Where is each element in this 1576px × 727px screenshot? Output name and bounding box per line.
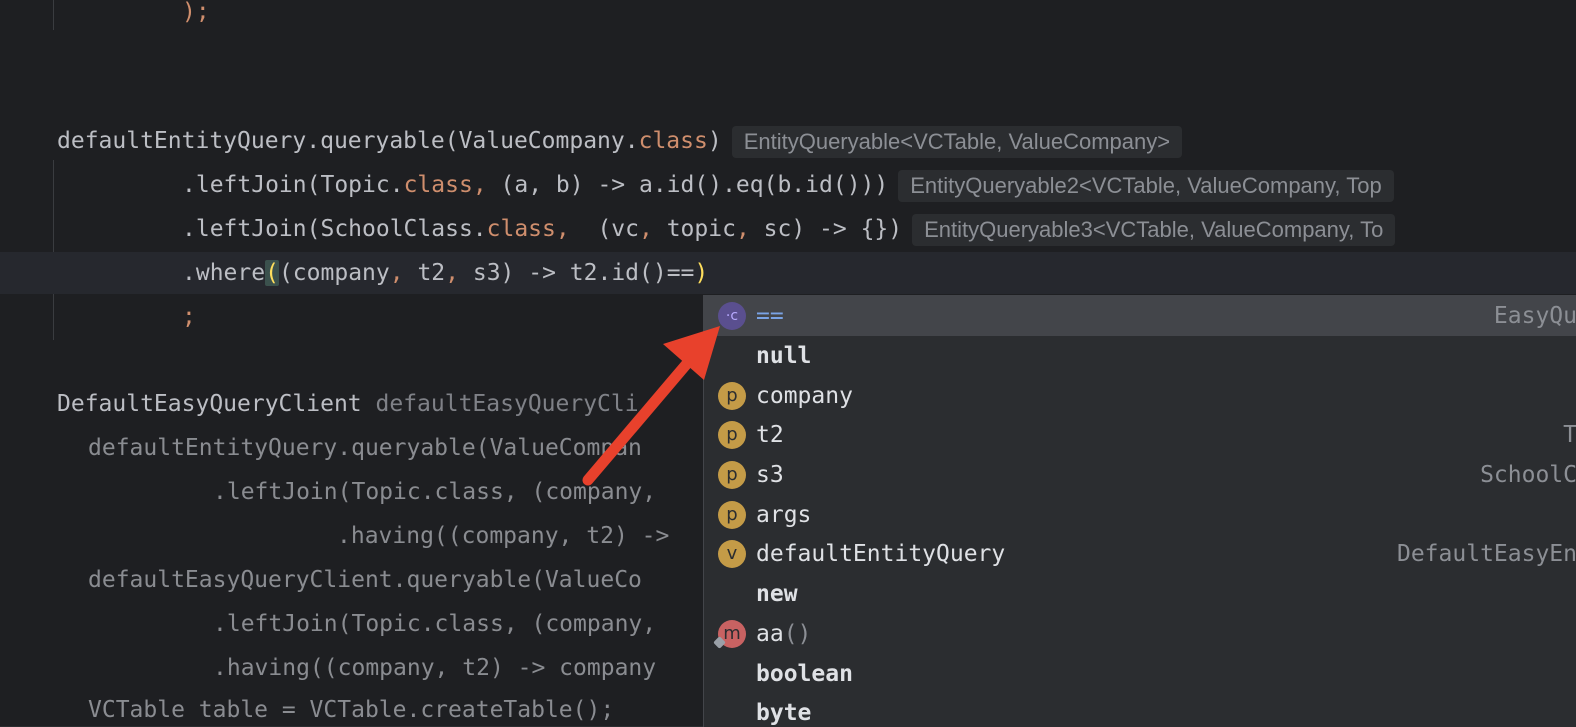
code-line[interactable]: VCTable table = VCTable.createTable(); (88, 690, 614, 726)
completion-item[interactable]: p args (704, 495, 1576, 535)
parameter-icon: p (718, 501, 746, 529)
parameter-icon: p (718, 421, 746, 449)
code-token: sc) -> {}) (763, 216, 903, 242)
completion-item-name: new (756, 581, 798, 607)
code-token: .having((company, t2) -> company (213, 655, 657, 681)
code-line[interactable]: defaultEntityQuery.queryable(ValueCompan (88, 428, 642, 468)
completion-item-name: == (756, 303, 784, 329)
completion-item-name: aa() (756, 614, 811, 654)
code-token: , (389, 260, 418, 286)
code-token: VCTable table = VCTable.createTable(); (88, 697, 615, 723)
code-line[interactable]: defaultEasyQueryClient.queryable(ValueCo (88, 560, 642, 600)
code-token: (company (278, 260, 390, 286)
matched-paren: ) (694, 260, 709, 286)
code-token: .leftJoin(Topic.class, (company, (213, 611, 657, 637)
code-token: , (638, 216, 667, 242)
code-line[interactable]: .where((company, t2, s3) -> t2.id()==) (182, 253, 708, 293)
code-token: .having((company, t2) -> (337, 523, 670, 549)
code-token: , (555, 216, 598, 242)
completion-item[interactable]: byte (704, 693, 1576, 727)
live-template-icon: ·c (718, 302, 746, 330)
completion-item-name: byte (756, 700, 812, 726)
completion-item-type: EasyQu (1493, 303, 1576, 329)
code-token: .where (182, 260, 266, 286)
code-token: , (735, 216, 764, 242)
code-token: .leftJoin(SchoolClass. (182, 216, 487, 242)
code-token: (vc (597, 216, 639, 242)
code-line[interactable]: .leftJoin(SchoolClass.class, (vc, topic,… (182, 209, 1396, 249)
code-line[interactable]: DefaultEasyQueryClient defaultEasyQueryC… (57, 384, 639, 424)
code-line[interactable]: .having((company, t2) -> (337, 516, 669, 556)
code-token: (a, b) -> a.id().eq(b.id())) (500, 172, 889, 198)
completion-item-name: boolean (756, 661, 853, 687)
code-token: defaultEasyQueryCli (375, 391, 639, 417)
completion-item[interactable]: new (704, 574, 1576, 614)
code-line[interactable]: .having((company, t2) -> company (213, 648, 656, 688)
completion-item[interactable]: p s3 SchoolC (704, 455, 1576, 495)
method-args: () (783, 621, 812, 647)
completion-item-name: company (756, 383, 853, 409)
code-token: s3) -> t2.id()== (472, 260, 695, 286)
code-token: defaultEntityQuery.queryable(ValueCompan (88, 435, 642, 461)
inlay-type-hint[interactable]: EntityQueryable<VCTable, ValueCompany> (731, 125, 1183, 158)
code-token: defaultEasyQueryClient.queryable(ValueCo (88, 567, 642, 593)
matched-paren: ( (265, 260, 279, 286)
completion-item[interactable]: ·c == EasyQu (704, 296, 1576, 336)
code-token: topic (666, 216, 736, 242)
code-token: t2 (417, 260, 446, 286)
keyword-token: class (403, 172, 473, 198)
completion-item-name: t2 (756, 422, 784, 448)
variable-icon: v (718, 540, 746, 568)
code-token: DefaultEasyQueryClient (57, 391, 376, 417)
code-token: .leftJoin(Topic. (182, 172, 404, 198)
completion-item[interactable]: p company (704, 376, 1576, 416)
code-token: , (445, 260, 473, 286)
indent-guide (53, 0, 54, 30)
inlay-type-hint[interactable]: EntityQueryable3<VCTable, ValueCompany, … (912, 213, 1396, 246)
code-token: .leftJoin(Topic.class, (company, (213, 479, 657, 505)
completion-item[interactable]: null (704, 336, 1576, 376)
code-completion-popup[interactable]: ·c == EasyQu null p company p t2 T p s3 … (703, 295, 1576, 727)
parameter-icon: p (718, 382, 746, 410)
code-token: ) (707, 128, 722, 154)
inlay-type-hint[interactable]: EntityQueryable2<VCTable, ValueCompany, … (898, 169, 1394, 202)
code-line[interactable]: .leftJoin(Topic.class, (company, (213, 604, 656, 644)
keyword-token: class (486, 216, 556, 242)
completion-item-type: T (1563, 422, 1576, 448)
code-token: ; (182, 304, 196, 330)
code-line[interactable]: .leftJoin(Topic.class, (a, b) -> a.id().… (182, 165, 1394, 205)
code-token: , (472, 172, 501, 198)
code-line[interactable]: ; (182, 297, 196, 337)
completion-item-type: SchoolC (1480, 462, 1576, 488)
code-token: ); (182, 0, 210, 25)
completion-item-name: null (756, 343, 812, 369)
completion-item-name: defaultEntityQuery (756, 541, 1006, 567)
code-line[interactable]: defaultEntityQuery.queryable(ValueCompan… (57, 121, 1183, 161)
indent-guide (53, 160, 54, 340)
completion-item-name: s3 (756, 462, 784, 488)
method-name: aa (756, 621, 784, 647)
completion-item-name: args (756, 502, 812, 528)
completion-item-type: DefaultEasyEn (1396, 541, 1576, 567)
parameter-icon: p (718, 461, 746, 489)
completion-item[interactable]: p t2 T (704, 415, 1576, 455)
code-token: defaultEntityQuery.queryable(ValueCompan… (57, 128, 639, 154)
completion-item[interactable]: v defaultEntityQuery DefaultEasyEn (704, 534, 1576, 574)
completion-item[interactable]: m aa() (704, 614, 1576, 654)
completion-item[interactable]: boolean (704, 654, 1576, 694)
code-line[interactable]: .leftJoin(Topic.class, (company, (213, 472, 656, 512)
code-line[interactable]: ); (182, 0, 210, 32)
keyword-token: class (638, 128, 708, 154)
